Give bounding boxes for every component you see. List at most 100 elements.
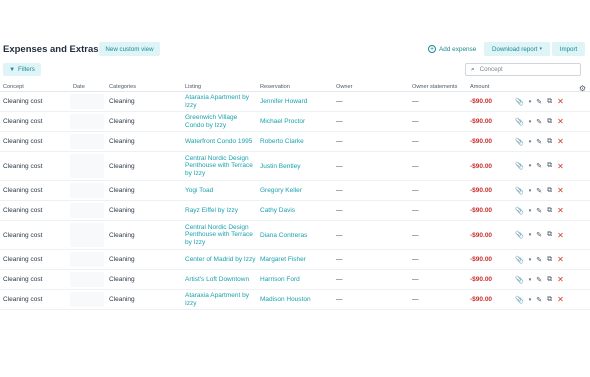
column-header-owner[interactable]: Owner xyxy=(336,84,352,90)
column-header-date[interactable]: Date xyxy=(73,84,85,90)
paperclip-icon[interactable]: 📎 xyxy=(515,256,524,264)
reservation-link[interactable]: Margaret Fisher xyxy=(260,250,306,269)
reservation-link[interactable]: Justin Bentley xyxy=(260,152,300,180)
chevron-down-icon[interactable]: ▾ xyxy=(529,99,532,105)
column-header-categories[interactable]: Categories xyxy=(109,84,136,90)
paperclip-icon[interactable]: 📎 xyxy=(515,118,524,126)
listing-link[interactable]: Center of Madrid by Izzy xyxy=(185,250,257,269)
reservation-link[interactable]: Jennifer Howard xyxy=(260,92,307,111)
owner-statements-cell: — xyxy=(412,98,419,105)
paperclip-icon[interactable]: 📎 xyxy=(515,162,524,170)
paperclip-icon[interactable]: 📎 xyxy=(515,207,524,215)
table-row[interactable]: Cleaning cost Cleaning Greenwich Village C… xyxy=(0,112,590,132)
pencil-icon[interactable]: ✎ xyxy=(536,231,542,239)
copy-icon[interactable]: ⧉ xyxy=(547,138,552,146)
pencil-icon[interactable]: ✎ xyxy=(536,138,542,146)
copy-icon[interactable]: ⧉ xyxy=(547,276,552,284)
filters-button[interactable]: ▼ Filters xyxy=(3,63,41,76)
reservation-link[interactable]: Cathy Davis xyxy=(260,201,295,220)
reservation-link[interactable]: Madison Houston xyxy=(260,290,311,309)
column-header-reservation[interactable]: Reservation xyxy=(260,84,290,90)
chevron-down-icon[interactable]: ▾ xyxy=(529,139,532,145)
table-row[interactable]: Cleaning cost Cleaning Rayz Eiffel by Izzy… xyxy=(0,201,590,221)
reservation-link[interactable]: Diana Contreras xyxy=(260,221,307,249)
table-row[interactable]: Cleaning cost Cleaning Artist's Loft Downt… xyxy=(0,270,590,290)
close-icon[interactable]: ✕ xyxy=(557,231,564,240)
chevron-down-icon[interactable]: ▾ xyxy=(529,297,532,303)
paperclip-icon[interactable]: 📎 xyxy=(515,187,524,195)
chevron-down-icon[interactable]: ▾ xyxy=(529,232,532,238)
listing-link[interactable]: Central Nordic Design Penthouse with Ter… xyxy=(185,221,257,249)
paperclip-icon[interactable]: 📎 xyxy=(515,138,524,146)
add-expense-button[interactable]: + Add expense xyxy=(428,42,476,56)
close-icon[interactable]: ✕ xyxy=(557,162,564,171)
column-header-concept[interactable]: Concept xyxy=(3,84,24,90)
close-icon[interactable]: ✕ xyxy=(557,186,564,195)
reservation-link[interactable]: Gregory Keller xyxy=(260,181,302,200)
pencil-icon[interactable]: ✎ xyxy=(536,162,542,170)
copy-icon[interactable]: ⧉ xyxy=(547,162,552,170)
reservation-link[interactable]: Michael Proctor xyxy=(260,112,305,131)
pencil-icon[interactable]: ✎ xyxy=(536,276,542,284)
listing-link[interactable]: Artist's Loft Downtown xyxy=(185,270,257,289)
copy-icon[interactable]: ⧉ xyxy=(547,98,552,106)
table-row[interactable]: Cleaning cost Cleaning Center of Madrid by… xyxy=(0,250,590,270)
pencil-icon[interactable]: ✎ xyxy=(536,256,542,264)
chevron-down-icon[interactable]: ▾ xyxy=(529,257,532,263)
copy-icon[interactable]: ⧉ xyxy=(547,256,552,264)
copy-icon[interactable]: ⧉ xyxy=(547,231,552,239)
table-row[interactable]: Cleaning cost Cleaning Ataraxia Apartment … xyxy=(0,92,590,112)
copy-icon[interactable]: ⧉ xyxy=(547,296,552,304)
reservation-link[interactable]: Roberto Clarke xyxy=(260,132,304,151)
close-icon[interactable]: ✕ xyxy=(557,295,564,304)
table-row[interactable]: Cleaning cost Cleaning Yogi Toad Gregory Ke… xyxy=(0,181,590,201)
column-header-listing[interactable]: Listing xyxy=(185,84,201,90)
chevron-down-icon[interactable]: ▾ xyxy=(529,208,532,214)
listing-link[interactable]: Yogi Toad xyxy=(185,181,257,200)
chevron-down-icon[interactable]: ▾ xyxy=(529,188,532,194)
close-icon[interactable]: ✕ xyxy=(557,206,564,215)
search-input[interactable] xyxy=(479,66,570,73)
download-report-button[interactable]: Download report ▾ xyxy=(484,42,550,56)
close-icon[interactable]: ✕ xyxy=(557,255,564,264)
pencil-icon[interactable]: ✎ xyxy=(536,296,542,304)
close-icon[interactable]: ✕ xyxy=(557,117,564,126)
copy-icon[interactable]: ⧉ xyxy=(547,187,552,195)
close-icon[interactable]: ✕ xyxy=(557,97,564,106)
listing-link[interactable]: Central Nordic Design Penthouse with Ter… xyxy=(185,152,257,180)
import-button[interactable]: Import xyxy=(552,42,585,56)
column-header-owner-statements[interactable]: Owner statements xyxy=(412,84,457,90)
paperclip-icon[interactable]: 📎 xyxy=(515,276,524,284)
paperclip-icon[interactable]: 📎 xyxy=(515,231,524,239)
listing-link[interactable]: Rayz Eiffel by Izzy xyxy=(185,201,257,220)
row-actions: 📎 ▾ ✎ ⧉ ✕ xyxy=(515,221,564,249)
table-row[interactable]: Cleaning cost Cleaning Waterfront Condo 19… xyxy=(0,132,590,152)
close-icon[interactable]: ✕ xyxy=(557,137,564,146)
search-box[interactable]: ⌕ xyxy=(465,63,581,76)
close-icon[interactable]: ✕ xyxy=(557,275,564,284)
copy-icon[interactable]: ⧉ xyxy=(547,207,552,215)
listing-link[interactable]: Waterfront Condo 1995 xyxy=(185,132,257,151)
pencil-icon[interactable]: ✎ xyxy=(536,118,542,126)
paperclip-icon[interactable]: 📎 xyxy=(515,98,524,106)
copy-icon[interactable]: ⧉ xyxy=(547,118,552,126)
new-custom-view-button[interactable]: New custom view xyxy=(99,42,160,56)
chevron-down-icon[interactable]: ▾ xyxy=(529,163,532,169)
listing-link[interactable]: Greenwich Village Condo by Izzy xyxy=(185,112,257,131)
chevron-down-icon[interactable]: ▾ xyxy=(529,277,532,283)
column-header-amount[interactable]: Amount xyxy=(470,84,489,90)
table-row[interactable]: Cleaning cost Cleaning Ataraxia Apartment … xyxy=(0,290,590,310)
chevron-down-icon[interactable]: ▾ xyxy=(529,119,532,125)
paperclip-icon[interactable]: 📎 xyxy=(515,296,524,304)
owner-statements-cell: — xyxy=(412,187,419,194)
pencil-icon[interactable]: ✎ xyxy=(536,98,542,106)
pencil-icon[interactable]: ✎ xyxy=(536,187,542,195)
listing-link[interactable]: Ataraxia Apartment by Izzy xyxy=(185,290,257,309)
date-cell xyxy=(70,94,104,109)
table-row[interactable]: Cleaning cost Cleaning Central Nordic Desi… xyxy=(0,152,590,181)
listing-link[interactable]: Ataraxia Apartment by Izzy xyxy=(185,92,257,111)
date-cell xyxy=(70,183,104,198)
table-row[interactable]: Cleaning cost Cleaning Central Nordic Desi… xyxy=(0,221,590,250)
reservation-link[interactable]: Harrison Ford xyxy=(260,270,300,289)
pencil-icon[interactable]: ✎ xyxy=(536,207,542,215)
